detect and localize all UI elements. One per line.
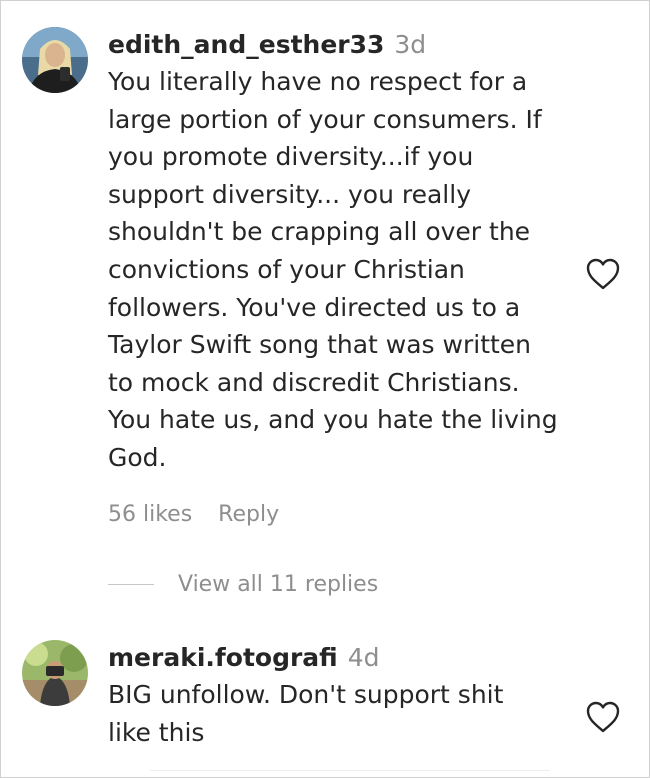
comment-text: BIG unfollow. Don't support shit like th… [108,676,503,751]
comment-header: meraki.fotografi 4d [108,640,503,676]
comment-text-line: shouldn't be crapping all over the [108,217,531,247]
comment-text-line: God. [108,442,167,472]
comment-text-line: You hate us, and you hate the living [108,405,558,435]
comment-text-line: Taylor Swift song that was written [108,330,532,360]
comment-text-line: you promote diversity...if you [108,142,474,172]
comment-text: You literally have no respect for a larg… [108,63,558,477]
likes-count[interactable]: 56 likes [108,502,192,527]
heart-icon [586,701,620,733]
avatar-photo [22,640,88,706]
view-replies-button[interactable]: View all 11 replies [108,566,378,602]
comment-time: 3d [394,30,427,59]
comment-text-line: You literally have no respect for a [108,67,528,96]
username-link[interactable]: edith_and_esther33 [108,30,384,59]
comment-meta: 56 likes Reply [108,502,279,527]
comment-text-line: support diversity... you really [108,179,471,209]
comment-text-line: like this [108,717,205,747]
comment-text-line: large portion of your consumers. If [108,104,542,134]
comment-text-line: convictions of your Christian [108,254,465,284]
avatar[interactable] [22,640,88,706]
comment-body: edith_and_esther33 3d You literally have … [108,27,558,477]
view-replies-label: View all 11 replies [178,571,379,597]
avatar-photo [22,27,88,93]
comment-body: meraki.fotografi 4d BIG unfollow. Don't s… [108,640,503,751]
heart-icon [586,258,620,290]
comment-header: edith_and_esther33 3d [108,27,558,63]
comment-text-line: BIG unfollow. Don't support shit [108,680,504,709]
like-button[interactable] [585,257,621,291]
bottom-divider [150,770,550,771]
comment-time: 4d [347,643,380,672]
replies-divider [108,583,154,585]
avatar[interactable] [22,27,88,93]
comment-text-line: followers. You've directed us to a [108,292,521,322]
like-button[interactable] [585,700,621,734]
comment-text-line: to mock and discredit Christians. [108,367,520,397]
reply-button[interactable]: Reply [218,502,279,527]
username-link[interactable]: meraki.fotografi [108,643,338,672]
